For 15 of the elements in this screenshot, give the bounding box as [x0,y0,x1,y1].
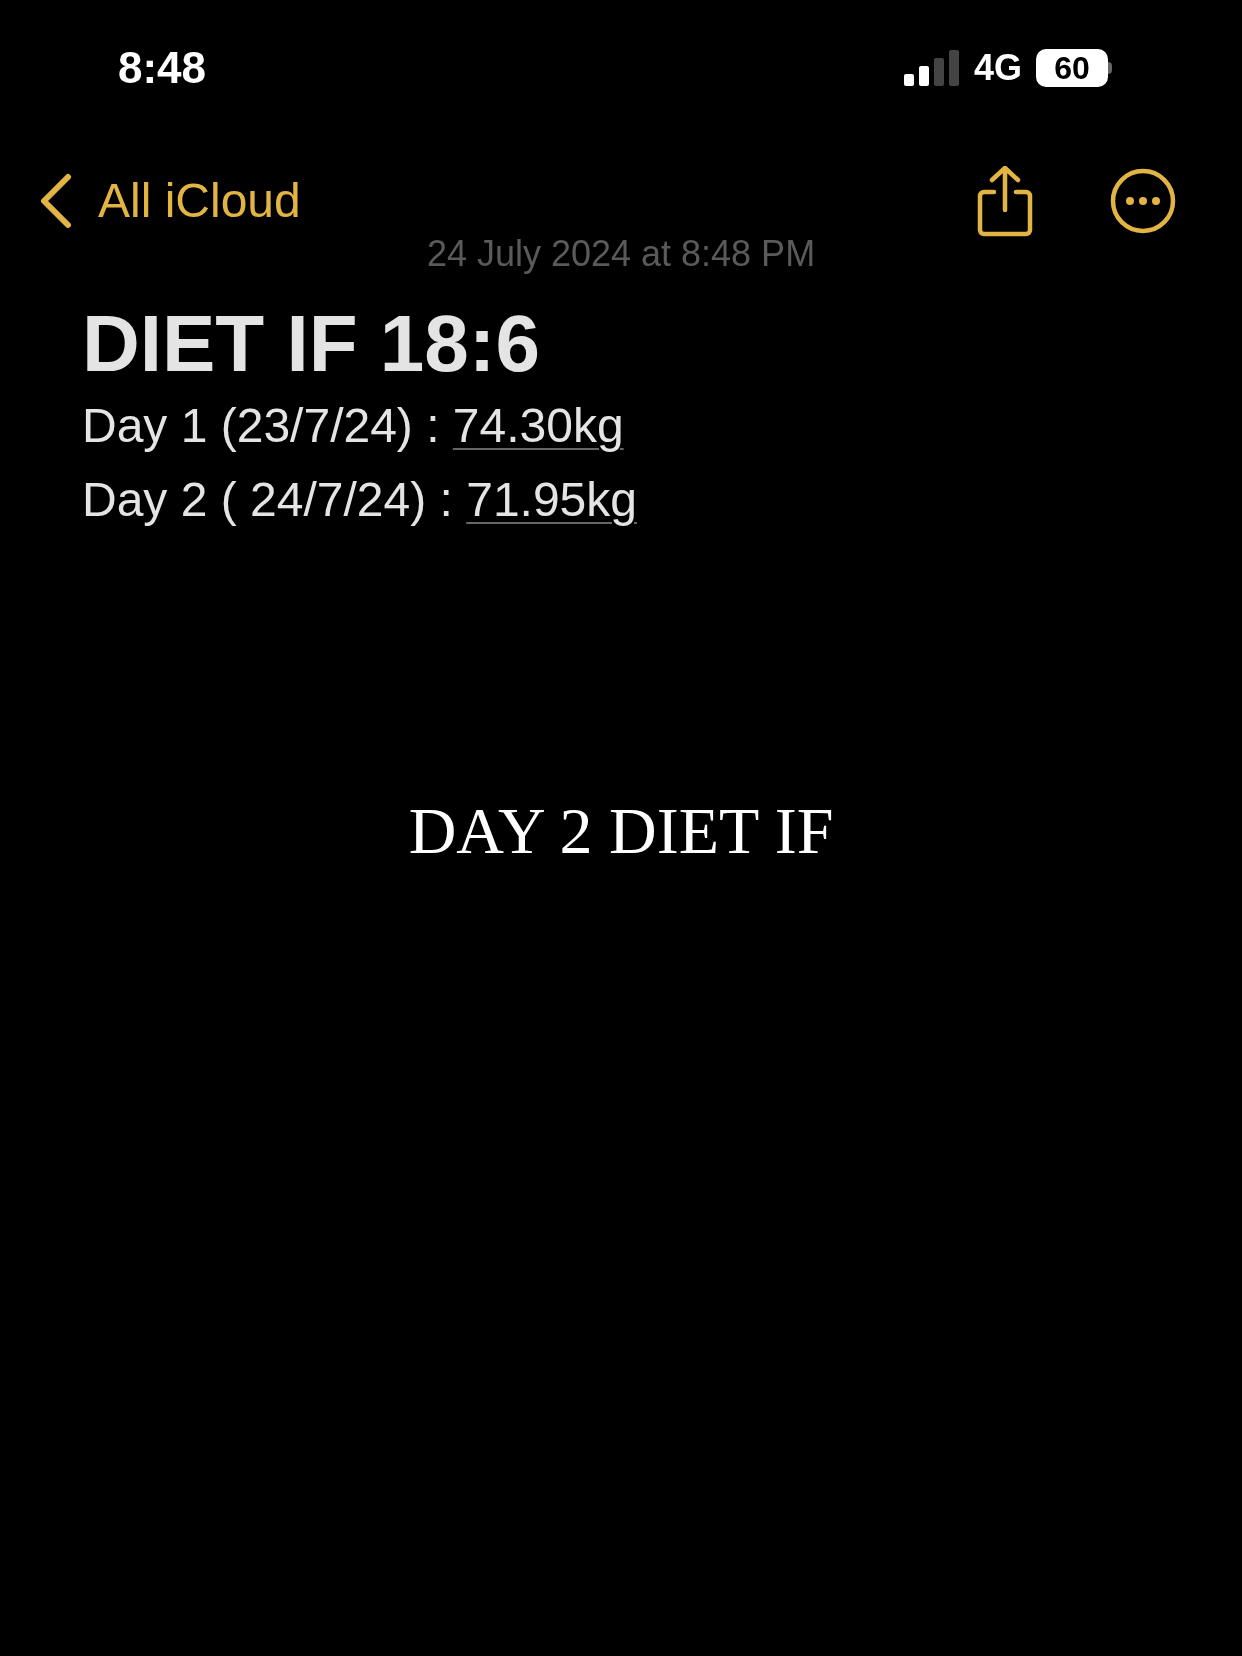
chevron-left-icon [38,173,72,229]
note-line: Day 2 ( 24/7/24) : 71.95kg [82,472,638,528]
back-button[interactable]: All iCloud [38,173,301,229]
weight-link[interactable]: 74.30kg [452,399,624,452]
network-label: 4G [973,50,1022,86]
weight-link[interactable]: 71.95kg [466,473,637,526]
share-icon[interactable] [976,164,1034,238]
battery-indicator: 60 [1036,49,1112,87]
more-icon[interactable] [1110,168,1176,234]
note-date: 24 July 2024 at 8:48 PM [426,236,816,272]
note-caption: DAY 2 DIET IF [408,798,834,864]
note-title: DIET IF 18:6 [82,300,541,388]
note-line: Day 1 (23/7/24) : 74.30kg [82,398,625,454]
status-time: 8:48 [118,46,207,90]
signal-icon [903,50,960,86]
